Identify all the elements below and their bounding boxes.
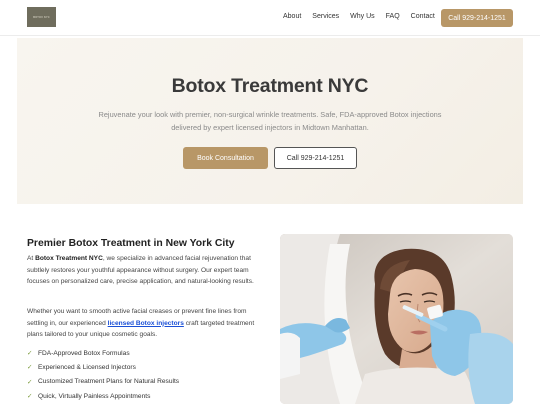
- nav-why-us[interactable]: Why Us: [350, 13, 375, 20]
- nav-about[interactable]: About: [283, 13, 301, 20]
- second-paragraph: Whether you want to smooth active facial…: [27, 306, 262, 341]
- p1-brand: Botox Treatment NYC: [35, 255, 103, 262]
- header-call-button[interactable]: Call 929-214-1251: [441, 9, 513, 27]
- site-header: BOTOX NYC About Services Why Us FAQ Cont…: [0, 0, 540, 36]
- check-icon: ✓: [27, 350, 33, 358]
- logo-text: BOTOX NYC: [33, 15, 50, 19]
- list-item-label: Experienced & Licensed Injectors: [38, 363, 136, 371]
- list-item-label: Quick, Virtually Painless Appointments: [38, 392, 151, 400]
- botox-treatment-photo: [280, 234, 513, 404]
- licensed-injectors-link[interactable]: licensed Botox injectors: [108, 320, 184, 327]
- p1-prefix: At: [27, 255, 36, 262]
- intro-paragraph: At Botox Treatment NYC, we specialize in…: [27, 253, 262, 288]
- book-consultation-button[interactable]: Book Consultation: [183, 147, 268, 169]
- list-item: ✓ FDA-Approved Botox Formulas: [27, 346, 179, 360]
- logo[interactable]: BOTOX NYC: [27, 7, 56, 27]
- hero-section: Botox Treatment NYC Rejuvenate your look…: [17, 38, 523, 204]
- list-item: ✓ Experienced & Licensed Injectors: [27, 360, 179, 374]
- list-item: ✓ Customized Treatment Plans for Natural …: [27, 375, 179, 389]
- benefits-list: ✓ FDA-Approved Botox Formulas ✓ Experience…: [27, 346, 179, 403]
- section-title: Premier Botox Treatment in New York City: [27, 238, 235, 249]
- list-item-label: FDA-Approved Botox Formulas: [38, 349, 130, 357]
- nav-services[interactable]: Services: [312, 13, 339, 20]
- hero-call-button[interactable]: Call 929-214-1251: [274, 147, 357, 169]
- hero-subtitle: Rejuvenate your look with premier, non-s…: [98, 110, 442, 132]
- nav-faq[interactable]: FAQ: [386, 13, 400, 20]
- list-item-label: Customized Treatment Plans for Natural R…: [38, 378, 180, 386]
- hero-title: Botox Treatment NYC: [171, 75, 369, 97]
- check-icon: ✓: [27, 378, 33, 386]
- main-nav: About Services Why Us FAQ Contact: [283, 13, 446, 20]
- list-item: ✓ Quick, Virtually Painless Appointments: [27, 389, 179, 403]
- check-icon: ✓: [27, 364, 33, 372]
- nav-contact[interactable]: Contact: [411, 13, 435, 20]
- check-icon: ✓: [27, 393, 33, 401]
